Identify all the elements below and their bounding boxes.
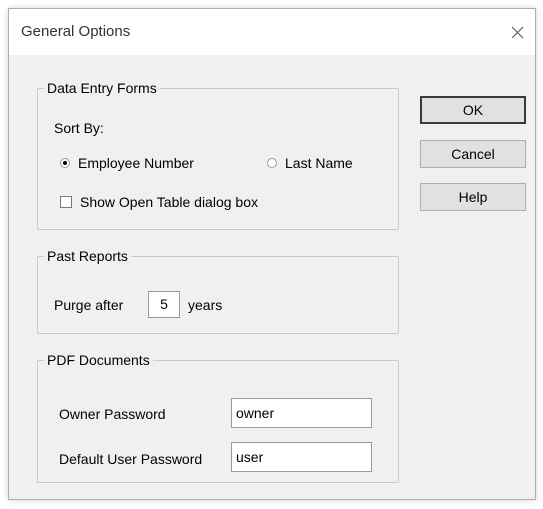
dialog-title: General Options — [21, 23, 131, 40]
title-bar: General Options — [9, 9, 535, 55]
close-icon — [511, 26, 523, 38]
show-open-table-checkbox[interactable]: Show Open Table dialog box — [60, 194, 258, 210]
pdf-documents-group: PDF Documents Owner Password owner Defau… — [37, 351, 399, 483]
radio-employee-number-label: Employee Number — [78, 155, 194, 171]
owner-password-input[interactable]: owner — [231, 398, 372, 428]
general-options-dialog: General Options Data Entry Forms Sort By… — [8, 8, 536, 500]
data-entry-forms-legend: Data Entry Forms — [44, 79, 160, 97]
radio-last-name[interactable]: Last Name — [267, 155, 353, 171]
years-label: years — [188, 297, 223, 313]
show-open-table-label: Show Open Table dialog box — [80, 194, 258, 210]
close-button[interactable] — [503, 19, 531, 45]
sort-by-label: Sort By: — [54, 120, 104, 136]
ok-button[interactable]: OK — [420, 96, 526, 124]
purge-after-label: Purge after — [54, 297, 124, 313]
radio-employee-number[interactable]: Employee Number — [60, 155, 194, 171]
help-button[interactable]: Help — [420, 183, 526, 211]
pdf-documents-legend: PDF Documents — [44, 351, 153, 369]
past-reports-legend: Past Reports — [44, 247, 131, 265]
default-user-password-label: Default User Password — [59, 451, 203, 467]
purge-years-input[interactable]: 5 — [148, 291, 180, 318]
past-reports-group: Past Reports Purge after 5 years — [37, 247, 399, 334]
cancel-button[interactable]: Cancel — [420, 140, 526, 168]
owner-password-label: Owner Password — [59, 406, 166, 422]
data-entry-forms-group: Data Entry Forms Sort By: Employee Numbe… — [37, 79, 399, 230]
radio-employee-number-indicator — [60, 158, 70, 168]
default-user-password-input[interactable]: user — [231, 442, 372, 472]
radio-last-name-label: Last Name — [285, 155, 353, 171]
show-open-table-checkbox-box — [60, 196, 72, 208]
radio-last-name-indicator — [267, 158, 277, 168]
